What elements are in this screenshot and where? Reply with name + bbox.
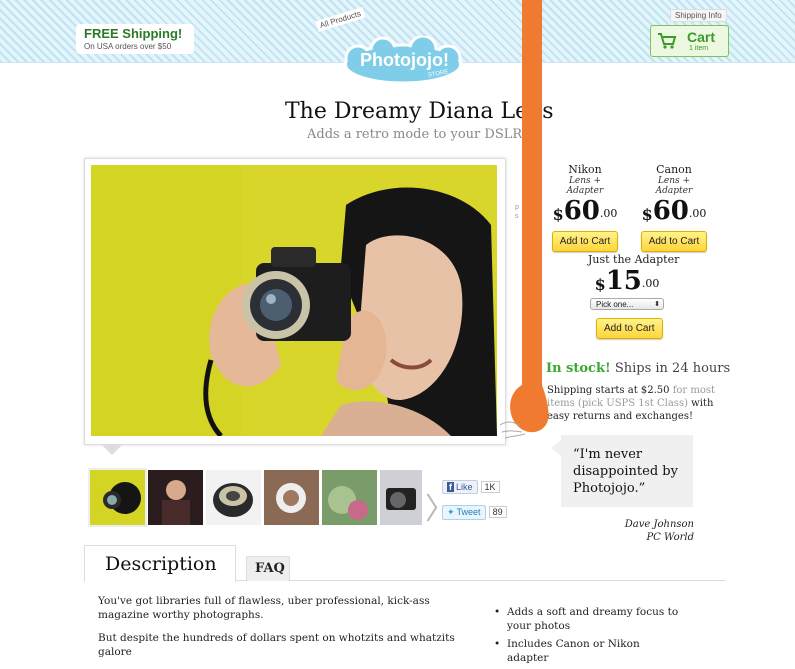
currency-symbol: $: [641, 205, 653, 224]
facebook-like-button[interactable]: f Like: [442, 480, 478, 494]
thumbnail-strip: [88, 468, 422, 527]
testimonial-text: “I'm never disappointed by Photojojo.”: [573, 447, 678, 496]
add-to-cart-nikon-button[interactable]: Add to Cart: [551, 231, 619, 252]
price-cents: .00: [688, 207, 707, 220]
option-price: $60.00: [550, 196, 620, 226]
price-cents: .00: [599, 207, 618, 220]
price-cents: .00: [641, 277, 660, 290]
testimonial-box: “I'm never disappointed by Photojojo.”: [551, 435, 693, 507]
stock-status: In stock! Ships in 24 hours: [546, 361, 730, 376]
thumbnail-4[interactable]: [264, 470, 319, 525]
thumbnail-3[interactable]: [206, 470, 261, 525]
adapter-title: Just the Adapter: [588, 253, 680, 266]
woman-with-camera-image: [91, 165, 497, 436]
feature-item: Adds a soft and dreamy focus to your pho…: [494, 605, 684, 633]
feature-item: Includes Canon or Nikon adapter: [494, 637, 684, 665]
description-paragraph-2: But despite the hundreds of dollars spen…: [98, 632, 455, 658]
feature-list: Adds a soft and dreamy focus to your pho…: [494, 605, 684, 669]
canon-option: Canon Lens + Adapter $60.00 Add to Cart: [639, 163, 709, 252]
facebook-like: f Like 1K: [442, 480, 500, 494]
product-photo[interactable]: [91, 165, 497, 436]
twitter-icon: ✦: [447, 507, 455, 517]
option-brand: Canon: [656, 163, 692, 176]
cart-icon: [658, 33, 677, 49]
free-shipping-title: FREE Shipping!: [84, 26, 183, 41]
cart-button[interactable]: Cart 1 item: [650, 25, 729, 57]
tab-description[interactable]: Description: [84, 545, 236, 582]
currency-symbol: $: [594, 275, 606, 294]
option-price: $60.00: [639, 196, 709, 226]
ships-label: Ships in 24 hours: [610, 361, 731, 376]
author-name: Dave Johnson: [624, 519, 694, 530]
facebook-icon: f: [447, 482, 454, 492]
tab-faq[interactable]: FAQ: [246, 556, 290, 581]
adapter-select[interactable]: Pick one... ⬍: [590, 298, 664, 310]
add-to-cart-canon-button[interactable]: Add to Cart: [640, 231, 708, 252]
cart-count: 1 item: [689, 45, 709, 52]
select-arrows-icon: ⬍: [654, 301, 660, 308]
thumbnail-5[interactable]: [322, 470, 377, 525]
product-photo-frame: [84, 158, 506, 455]
cart-label: Cart: [687, 29, 716, 45]
adapter-add-wrap: Add to Cart: [596, 316, 663, 339]
add-to-cart-adapter-button[interactable]: Add to Cart: [596, 318, 663, 339]
page-subtitle: Adds a retro mode to your DSLR!: [307, 127, 528, 142]
orange-arm-illustration: [500, 0, 549, 439]
thumbnail-2[interactable]: [148, 470, 203, 525]
description-paragraph-1: You've got libraries full of flawless, u…: [98, 595, 430, 621]
facebook-like-count: 1K: [480, 481, 500, 493]
option-kind: Lens + Adapter: [566, 176, 604, 196]
tweet-count: 89: [488, 506, 507, 518]
adapter-select-value: Pick one...: [596, 300, 634, 309]
nikon-option: Nikon Lens + Adapter $60.00 Add to Cart: [550, 163, 620, 252]
price-dollars: 60: [563, 196, 600, 226]
tweet-button[interactable]: ✦ Tweet: [442, 505, 486, 520]
tab-faq-label: FAQ: [255, 561, 285, 576]
adapter-price: $15.00: [590, 266, 664, 296]
free-shipping-badge[interactable]: FREE Shipping! On USA orders over $50: [76, 24, 194, 54]
tab-description-label: Description: [105, 553, 217, 575]
shipping-start: Shipping starts at $2.50: [547, 385, 670, 396]
twitter-tweet: ✦ Tweet 89: [442, 505, 507, 520]
shipping-note: Shipping starts at $2.50 for most items …: [547, 384, 717, 423]
thumbnail-6[interactable]: [380, 470, 422, 525]
price-dollars: 15: [605, 266, 642, 296]
thumbnail-1[interactable]: [88, 468, 147, 527]
testimonial-author: Dave Johnson PC World: [540, 518, 694, 544]
logo-text[interactable]: Photojojo!: [360, 50, 449, 71]
option-brand: Nikon: [568, 163, 602, 176]
price-dollars: 60: [652, 196, 689, 226]
free-shipping-subtitle: On USA orders over $50: [84, 42, 172, 51]
author-source: PC World: [646, 532, 694, 543]
shipping-info-link[interactable]: Shipping Info: [670, 9, 727, 22]
option-kind: Lens + Adapter: [655, 176, 693, 196]
facebook-like-label: Like: [456, 482, 473, 492]
tweet-label: Tweet: [456, 507, 481, 517]
